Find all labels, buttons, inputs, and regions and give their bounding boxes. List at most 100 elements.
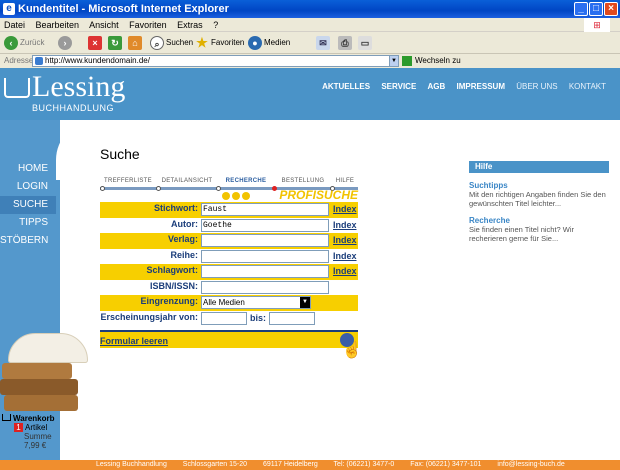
star-icon: ★ <box>196 35 208 50</box>
mail-icon: ✉ <box>316 36 330 50</box>
ie-icon: e <box>3 3 15 15</box>
back-arrow-icon: ‹ <box>4 36 18 50</box>
tab-trefferliste[interactable]: TREFFERLISTE <box>100 174 156 188</box>
row-autor: Autor: Index <box>100 218 358 234</box>
schlagwort-input[interactable] <box>201 265 329 278</box>
toolbar: ‹ Zurück › × ↻ ⌂ ⌕ Suchen ★ Favoriten ● … <box>0 32 620 54</box>
nav-aktuelles[interactable]: AKTUELLES <box>322 82 370 91</box>
print-icon: ⎙ <box>338 36 352 50</box>
isbn-input[interactable] <box>201 280 329 294</box>
tab-recherche[interactable]: RECHERCHE <box>218 174 274 188</box>
tab-bestellung[interactable]: BESTELLUNG <box>276 174 330 188</box>
site-footer: Lessing Buchhandlung Schlossgarten 15-20… <box>0 460 620 470</box>
row-eingrenzung: Eingrenzung: Alle Medien ▼ <box>100 295 358 311</box>
left-navigation: HOME LOGIN SUCHE TIPPS STÖBERN <box>0 160 56 250</box>
windows-logo-icon: ⊞ <box>584 18 610 32</box>
jahr-bis-input[interactable] <box>269 311 315 325</box>
shopping-cart[interactable]: Warenkorb 1 Artikel Summe 7,99 € <box>2 414 55 450</box>
go-button[interactable]: Wechseln zu <box>402 54 461 68</box>
cart-sum-value: 7,99 € <box>24 441 47 450</box>
nav-kontakt[interactable]: KONTAKT <box>569 82 606 91</box>
media-icon: ● <box>248 36 262 50</box>
forward-arrow-icon: › <box>58 36 72 50</box>
cart-sum-label: Summe <box>24 432 52 441</box>
nav-impressum[interactable]: IMPRESSUM <box>457 82 505 91</box>
address-input[interactable]: http://www.kundendomain.de/ <box>32 55 398 67</box>
home-icon: ⌂ <box>128 36 142 50</box>
stop-button[interactable]: × <box>88 35 104 51</box>
row-verlag: Verlag: Index <box>100 233 358 249</box>
menubar: Datei Bearbeiten Ansicht Favoriten Extra… <box>0 18 620 32</box>
reihe-input[interactable] <box>201 249 329 263</box>
menu-datei[interactable]: Datei <box>4 20 25 30</box>
leftnav-tipps[interactable]: TIPPS <box>0 214 56 232</box>
stichwort-input[interactable] <box>201 203 329 216</box>
profisuche-banner: PROFISUCHE <box>222 188 358 202</box>
nav-service[interactable]: SERVICE <box>381 82 416 91</box>
refresh-button[interactable]: ↻ <box>108 35 124 51</box>
formular-leeren-link[interactable]: Formular leeren <box>100 336 168 346</box>
address-dropdown-button[interactable]: ▼ <box>389 55 399 67</box>
media-button[interactable]: ● Medien <box>248 35 290 51</box>
leftnav-suche[interactable]: SUCHE <box>0 196 56 214</box>
tab-detailansicht[interactable]: DETAILANSICHT <box>158 174 216 188</box>
menu-favoriten[interactable]: Favoriten <box>129 20 167 30</box>
edit-button[interactable]: ▭ <box>358 35 374 51</box>
maximize-button[interactable]: □ <box>589 2 603 16</box>
leftnav-login[interactable]: LOGIN <box>0 178 56 196</box>
autor-index-link[interactable]: Index <box>333 220 357 230</box>
leftnav-stoebern[interactable]: STÖBERN <box>0 232 56 250</box>
close-button[interactable]: × <box>604 2 618 16</box>
book-logo-icon <box>4 78 30 98</box>
row-erscheinungsjahr: Erscheinungsjahr von: bis: <box>100 311 358 327</box>
minimize-button[interactable]: _ <box>574 2 588 16</box>
forward-button[interactable]: › <box>58 35 74 51</box>
window-title: Kundentitel - Microsoft Internet Explore… <box>18 3 229 15</box>
menu-bearbeiten[interactable]: Bearbeiten <box>36 20 80 30</box>
stop-icon: × <box>88 36 102 50</box>
search-button[interactable]: ⌕ Suchen <box>150 35 193 51</box>
leftnav-home[interactable]: HOME <box>0 160 56 178</box>
help-recherche-link[interactable]: Recherche <box>469 216 609 225</box>
refresh-icon: ↻ <box>108 36 122 50</box>
nav-agb[interactable]: AGB <box>428 82 446 91</box>
footer-email-link[interactable]: info@lessing-buch.de <box>497 461 564 468</box>
cart-title: Warenkorb <box>13 414 55 423</box>
autor-input[interactable] <box>201 218 329 232</box>
go-arrow-icon <box>402 55 412 66</box>
search-form: Stichwort: Index Autor: Index Verlag: In… <box>100 202 358 326</box>
help-suchtipps-text: Mit den richtigen Angaben finden Sie den… <box>469 190 606 208</box>
menu-help[interactable]: ? <box>213 20 218 30</box>
top-navigation: AKTUELLES SERVICE AGB IMPRESSUM ÜBER UNS… <box>313 82 606 91</box>
eingrenzung-select[interactable]: Alle Medien ▼ <box>201 296 311 309</box>
row-stichwort: Stichwort: Index <box>100 202 358 218</box>
help-suchtipps-link[interactable]: Suchtipps <box>469 181 609 190</box>
form-footer: Formular leeren <box>100 330 358 348</box>
tab-hilfe[interactable]: HILFE <box>332 174 358 188</box>
schlagwort-index-link[interactable]: Index <box>333 266 357 276</box>
cart-icon <box>2 414 11 421</box>
back-button[interactable]: ‹ Zurück <box>4 35 44 51</box>
row-reihe: Reihe: Index <box>170 249 357 263</box>
home-button[interactable]: ⌂ <box>128 35 144 51</box>
favorites-button[interactable]: ★ Favoriten <box>195 35 244 51</box>
help-header: Hilfe <box>469 161 609 173</box>
verlag-input[interactable] <box>201 234 329 247</box>
jahr-von-input[interactable] <box>201 311 247 325</box>
stichwort-index-link[interactable]: Index <box>333 204 357 214</box>
cart-items-label: Artikel <box>25 423 48 432</box>
search-icon: ⌕ <box>150 36 164 50</box>
search-steps: TREFFERLISTE DETAILANSICHT RECHERCHE BES… <box>100 174 358 191</box>
window-titlebar: e Kundentitel - Microsoft Internet Explo… <box>0 0 620 18</box>
nav-ueber-uns[interactable]: ÜBER UNS <box>516 82 557 91</box>
row-schlagwort: Schlagwort: Index <box>100 264 358 280</box>
menu-extras[interactable]: Extras <box>177 20 203 30</box>
mail-button[interactable]: ✉ <box>316 35 332 51</box>
print-button[interactable]: ⎙ <box>338 35 354 51</box>
verlag-index-link[interactable]: Index <box>333 235 357 245</box>
chevron-down-icon: ▼ <box>300 297 310 308</box>
reihe-index-link[interactable]: Index <box>333 251 357 261</box>
edit-icon: ▭ <box>358 36 372 50</box>
menu-ansicht[interactable]: Ansicht <box>89 20 119 30</box>
row-isbn: ISBN/ISSN: <box>100 280 358 296</box>
